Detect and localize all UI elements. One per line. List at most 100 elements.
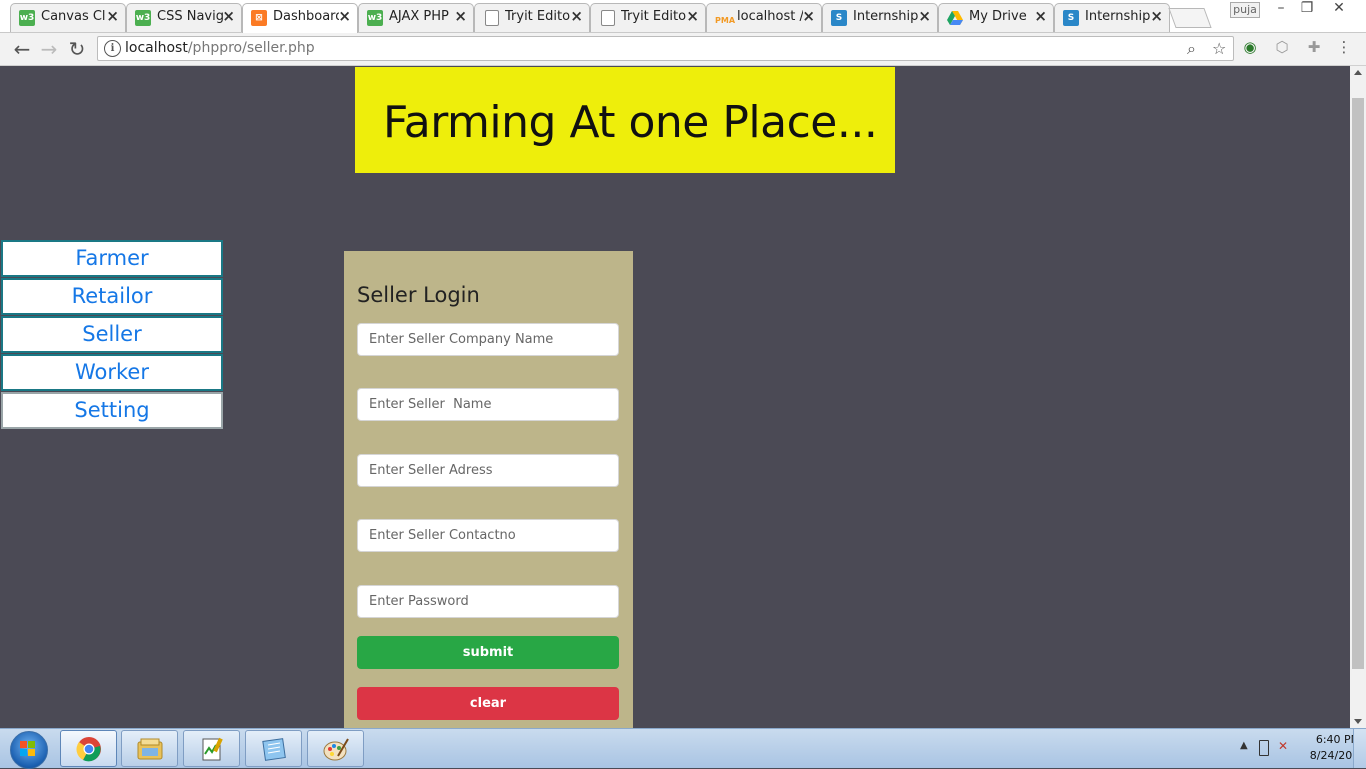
url-host: localhost [125, 40, 188, 56]
network-error-icon[interactable]: ✕ [1278, 739, 1292, 753]
tab-tryit-editor-2[interactable]: Tryit Edito × [590, 3, 706, 32]
menu-item-retailor[interactable]: Retailor [1, 278, 223, 315]
tab-ajax-php[interactable]: w3 AJAX PHP × [358, 3, 474, 32]
browser-toolbar: ← → ↻ i localhost/phppro/seller.php ⌕ ☆ … [0, 33, 1366, 66]
tab-title: AJAX PHP [389, 9, 449, 24]
forward-arrow-icon[interactable]: → [37, 37, 61, 61]
tab-canvas[interactable]: w3 Canvas Cl × [10, 3, 126, 32]
seller-contact-input[interactable] [357, 519, 619, 552]
submit-button[interactable]: submit [357, 636, 619, 669]
close-window-icon[interactable]: ✕ [1326, 0, 1352, 16]
battery-icon[interactable] [1259, 740, 1269, 756]
minimize-icon[interactable]: – [1268, 0, 1294, 16]
system-tray: ▲ ✕ 6:40 PM 8/24/2018 [1196, 729, 1366, 768]
seller-login-form: Seller Login submit clear [344, 251, 633, 728]
tab-title: Tryit Edito [621, 9, 687, 24]
tab-my-drive[interactable]: My Drive × [938, 3, 1054, 32]
taskbar-notepad[interactable] [245, 730, 302, 767]
tab-css-navigation[interactable]: w3 CSS Navig × [126, 3, 242, 32]
windows-taskbar: ▲ ✕ 6:40 PM 8/24/2018 [0, 728, 1366, 769]
s-favicon-icon: S [1063, 10, 1079, 26]
banner-title: Farming At one Place... [383, 97, 878, 148]
tab-internship[interactable]: S Internship × [822, 3, 938, 32]
login-heading: Seller Login [357, 283, 480, 307]
notepad-icon [262, 738, 286, 761]
paint-icon [323, 738, 349, 761]
menu-item-seller[interactable]: Seller [1, 316, 223, 353]
close-tab-icon[interactable]: × [1034, 7, 1047, 25]
close-tab-icon[interactable]: × [338, 7, 351, 25]
tab-title: Internship [1085, 9, 1151, 24]
tab-internship-2[interactable]: S Internship × [1054, 3, 1170, 32]
taskbar-paint[interactable] [307, 730, 364, 767]
extension-globe-icon[interactable]: ◉ [1242, 39, 1258, 55]
start-button[interactable] [2, 730, 54, 769]
company-name-input[interactable] [357, 323, 619, 356]
tab-title: CSS Navig [157, 9, 223, 24]
restore-icon[interactable]: ❐ [1294, 0, 1320, 16]
seller-address-input[interactable] [357, 454, 619, 487]
extension-puzzle-icon[interactable]: ✚ [1306, 39, 1322, 55]
w3schools-favicon-icon: w3 [19, 10, 35, 26]
scroll-down-arrow-icon[interactable] [1354, 719, 1362, 724]
taskbar-notepad-plus[interactable] [183, 730, 240, 767]
google-drive-icon [947, 10, 963, 26]
menu-item-farmer[interactable]: Farmer [1, 240, 223, 277]
scroll-thumb[interactable] [1352, 98, 1364, 669]
tab-title: Internship [853, 9, 919, 24]
close-tab-icon[interactable]: × [802, 7, 815, 25]
phpmyadmin-favicon-icon: PMA [715, 16, 736, 25]
close-tab-icon[interactable]: × [918, 7, 931, 25]
page-icon [601, 10, 615, 26]
taskbar-chrome[interactable] [60, 730, 117, 767]
close-tab-icon[interactable]: × [686, 7, 699, 25]
url-text[interactable]: localhost/phppro/seller.php [125, 40, 315, 56]
tab-phpmyadmin[interactable]: PMA localhost / × [706, 3, 822, 32]
profile-button[interactable]: puja [1230, 2, 1260, 18]
w3schools-favicon-icon: w3 [367, 10, 383, 26]
page-icon [485, 10, 499, 26]
close-tab-icon[interactable]: × [222, 7, 235, 25]
tab-strip: w3 Canvas Cl × w3 CSS Navig × ⊠ Dashboar… [0, 0, 1366, 33]
clear-button[interactable]: clear [357, 687, 619, 720]
zoom-icon[interactable]: ⌕ [1187, 39, 1196, 59]
back-arrow-icon[interactable]: ← [10, 37, 34, 61]
password-input[interactable] [357, 585, 619, 618]
show-desktop-button[interactable] [1353, 729, 1366, 768]
windows-flag-icon [20, 741, 36, 757]
scroll-up-arrow-icon[interactable] [1354, 70, 1362, 75]
tab-title: Tryit Edito [505, 9, 571, 24]
menu-item-setting[interactable]: Setting [1, 392, 223, 429]
seller-name-input[interactable] [357, 388, 619, 421]
page-viewport: Farming At one Place... Farmer Retailor … [0, 66, 1350, 728]
site-banner: Farming At one Place... [355, 67, 895, 173]
menu-item-worker[interactable]: Worker [1, 354, 223, 391]
menu-kebab-icon[interactable]: ⋮ [1336, 39, 1352, 55]
info-icon[interactable]: i [104, 40, 121, 57]
tab-title: Canvas Cl [41, 9, 106, 24]
show-hidden-icons-icon[interactable]: ▲ [1240, 740, 1248, 751]
tab-title: My Drive [969, 9, 1027, 24]
extension-cube-icon[interactable]: ⬡ [1274, 39, 1290, 55]
w3schools-favicon-icon: w3 [135, 10, 151, 26]
tab-title: Dashboard [273, 9, 339, 24]
close-tab-icon[interactable]: × [1150, 7, 1163, 25]
tab-tryit-editor[interactable]: Tryit Edito × [474, 3, 590, 32]
vertical-scrollbar[interactable] [1350, 66, 1366, 728]
close-tab-icon[interactable]: × [570, 7, 583, 25]
side-menu: Farmer Retailor Seller Worker Setting [1, 240, 223, 430]
close-tab-icon[interactable]: × [106, 7, 119, 25]
tab-dashboard[interactable]: ⊠ Dashboard × [242, 3, 358, 33]
s-favicon-icon: S [831, 10, 847, 26]
address-bar[interactable]: i localhost/phppro/seller.php ⌕ ☆ [97, 36, 1234, 61]
chrome-icon [76, 737, 101, 762]
notepad-icon [202, 737, 223, 761]
tab-title: localhost / [737, 9, 803, 24]
windows-explorer-icon [137, 738, 163, 760]
reload-icon[interactable]: ↻ [65, 37, 89, 61]
new-tab-button[interactable] [1168, 8, 1212, 28]
bookmark-star-icon[interactable]: ☆ [1212, 39, 1226, 58]
close-tab-icon[interactable]: × [454, 7, 467, 25]
taskbar-explorer[interactable] [121, 730, 178, 767]
url-path: /phppro/seller.php [187, 40, 315, 56]
